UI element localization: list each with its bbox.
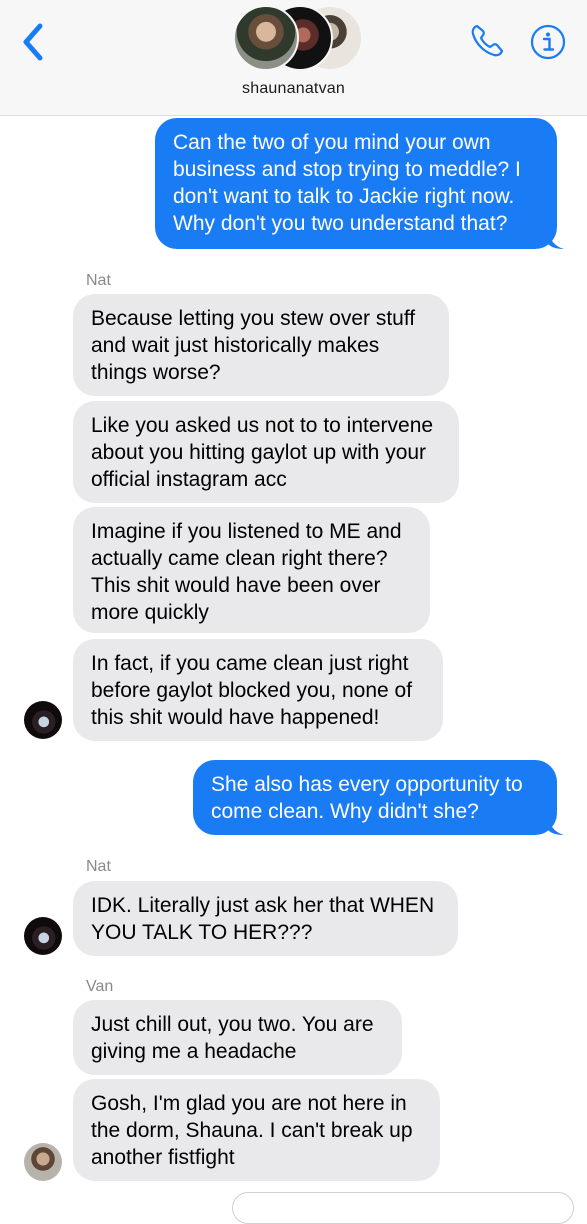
back-button[interactable] [18, 22, 52, 62]
outgoing-message-bubble[interactable]: She also has every opportunity to come c… [193, 760, 557, 835]
info-button[interactable] [530, 24, 566, 60]
avatar [233, 5, 299, 71]
sender-label: Van [86, 978, 114, 995]
outgoing-message-bubble[interactable]: Can the two of you mind your own busines… [155, 118, 557, 249]
avatar[interactable] [24, 917, 62, 955]
call-button[interactable] [468, 22, 506, 60]
incoming-message-bubble[interactable]: Imagine if you listened to ME and actual… [73, 507, 430, 633]
conversation-title[interactable]: shaunanatvan [0, 80, 587, 98]
incoming-message-bubble[interactable]: Because letting you stew over stuff and … [73, 294, 449, 396]
chevron-left-icon [23, 23, 43, 61]
bubble-tail [548, 230, 564, 249]
incoming-message-bubble[interactable]: In fact, if you came clean just right be… [73, 639, 443, 741]
avatar[interactable] [24, 701, 62, 739]
sender-label: Nat [86, 858, 111, 875]
phone-icon [471, 24, 504, 57]
incoming-message-bubble[interactable]: Gosh, I'm glad you are not here in the d… [73, 1079, 440, 1181]
message-input[interactable] [232, 1192, 574, 1224]
conversation-header: shaunanatvan [0, 0, 587, 116]
bubble-tail [548, 816, 564, 835]
incoming-message-bubble[interactable]: Just chill out, you two. You are giving … [73, 1000, 402, 1075]
incoming-message-bubble[interactable]: Like you asked us not to to intervene ab… [73, 401, 459, 503]
group-avatars[interactable] [233, 5, 363, 71]
incoming-message-bubble[interactable]: IDK. Literally just ask her that WHEN YO… [73, 881, 458, 956]
sender-label: Nat [86, 272, 111, 289]
avatar[interactable] [24, 1143, 62, 1181]
info-icon [530, 24, 566, 60]
